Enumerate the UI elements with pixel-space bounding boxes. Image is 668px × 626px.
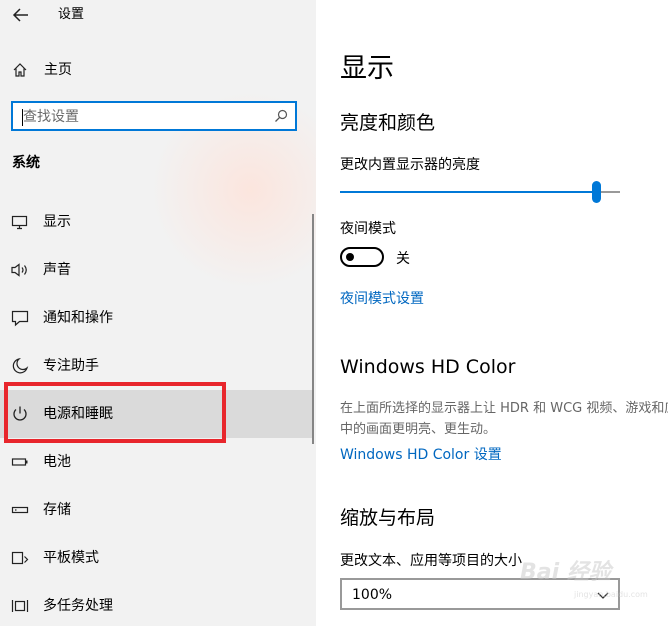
monitor-icon bbox=[10, 212, 30, 232]
hdr-settings-link[interactable]: Windows HD Color 设置 bbox=[340, 446, 502, 464]
search-input[interactable] bbox=[23, 107, 263, 127]
back-arrow-icon[interactable] bbox=[12, 5, 30, 25]
hdr-heading: Windows HD Color bbox=[340, 356, 516, 378]
speaker-icon bbox=[10, 260, 30, 280]
brightness-slider-label: 更改内置显示器的亮度 bbox=[340, 157, 480, 173]
scale-label: 更改文本、应用等项目的大小 bbox=[340, 553, 522, 569]
watermark-text: Bai 经验 bbox=[520, 560, 611, 585]
tablet-mode-icon bbox=[10, 548, 30, 568]
sidebar-item-label: 电池 bbox=[43, 454, 71, 470]
baidu-watermark: Bai 经验 jingyan.baidu.com bbox=[520, 560, 660, 610]
section-title: 系统 bbox=[12, 155, 40, 171]
sidebar-item-sound[interactable]: 声音 bbox=[0, 246, 313, 294]
sidebar-item-label: 专注助手 bbox=[43, 358, 99, 374]
night-light-toggle[interactable] bbox=[340, 247, 384, 267]
sidebar-item-tablet-mode[interactable]: 平板模式 bbox=[0, 534, 313, 582]
sidebar-item-label: 显示 bbox=[43, 214, 71, 230]
brightness-slider-thumb[interactable] bbox=[592, 181, 601, 203]
toggle-knob bbox=[346, 253, 354, 261]
sidebar: 设置 主页 系统 显示 声音 通知和操作 专注助手 bbox=[0, 0, 316, 626]
window-title: 设置 bbox=[58, 7, 85, 22]
annotation-highlight-box bbox=[4, 382, 226, 443]
search-box[interactable] bbox=[11, 101, 297, 131]
storage-icon bbox=[10, 500, 30, 520]
page-title: 显示 bbox=[340, 53, 394, 84]
watermark-sub: jingyan.baidu.com bbox=[574, 590, 648, 599]
night-light-label: 夜间模式 bbox=[340, 221, 396, 237]
sidebar-item-display[interactable]: 显示 bbox=[0, 198, 313, 246]
sidebar-scrollbar[interactable] bbox=[312, 214, 314, 444]
hdr-description: 在上面所选择的显示器上让 HDR 和 WCG 视频、游戏和应用中的画面更明亮、更… bbox=[340, 401, 668, 437]
sidebar-item-notifications[interactable]: 通知和操作 bbox=[0, 294, 313, 342]
sidebar-item-multitasking[interactable]: 多任务处理 bbox=[0, 582, 313, 626]
night-light-toggle-state: 关 bbox=[396, 251, 410, 267]
brightness-heading: 亮度和颜色 bbox=[340, 112, 436, 134]
sidebar-item-label: 平板模式 bbox=[43, 550, 99, 566]
moon-icon bbox=[10, 356, 30, 376]
sidebar-item-label: 通知和操作 bbox=[43, 310, 113, 326]
sidebar-item-label: 多任务处理 bbox=[43, 598, 113, 614]
brightness-slider-fill[interactable] bbox=[340, 191, 597, 193]
sidebar-item-storage[interactable]: 存储 bbox=[0, 486, 313, 534]
search-icon[interactable] bbox=[273, 108, 289, 124]
main-content bbox=[316, 0, 668, 626]
scale-heading: 缩放与布局 bbox=[340, 507, 436, 529]
sidebar-item-label: 声音 bbox=[43, 262, 71, 278]
scale-dropdown-value: 100% bbox=[352, 587, 393, 603]
home-label: 主页 bbox=[44, 62, 72, 78]
sidebar-item-battery[interactable]: 电池 bbox=[0, 438, 313, 486]
night-light-settings-link[interactable]: 夜间模式设置 bbox=[340, 290, 424, 308]
home-icon bbox=[12, 62, 28, 78]
notification-icon bbox=[10, 308, 30, 328]
multitasking-icon bbox=[10, 596, 30, 616]
sidebar-item-label: 存储 bbox=[43, 502, 71, 518]
battery-icon bbox=[10, 452, 30, 472]
